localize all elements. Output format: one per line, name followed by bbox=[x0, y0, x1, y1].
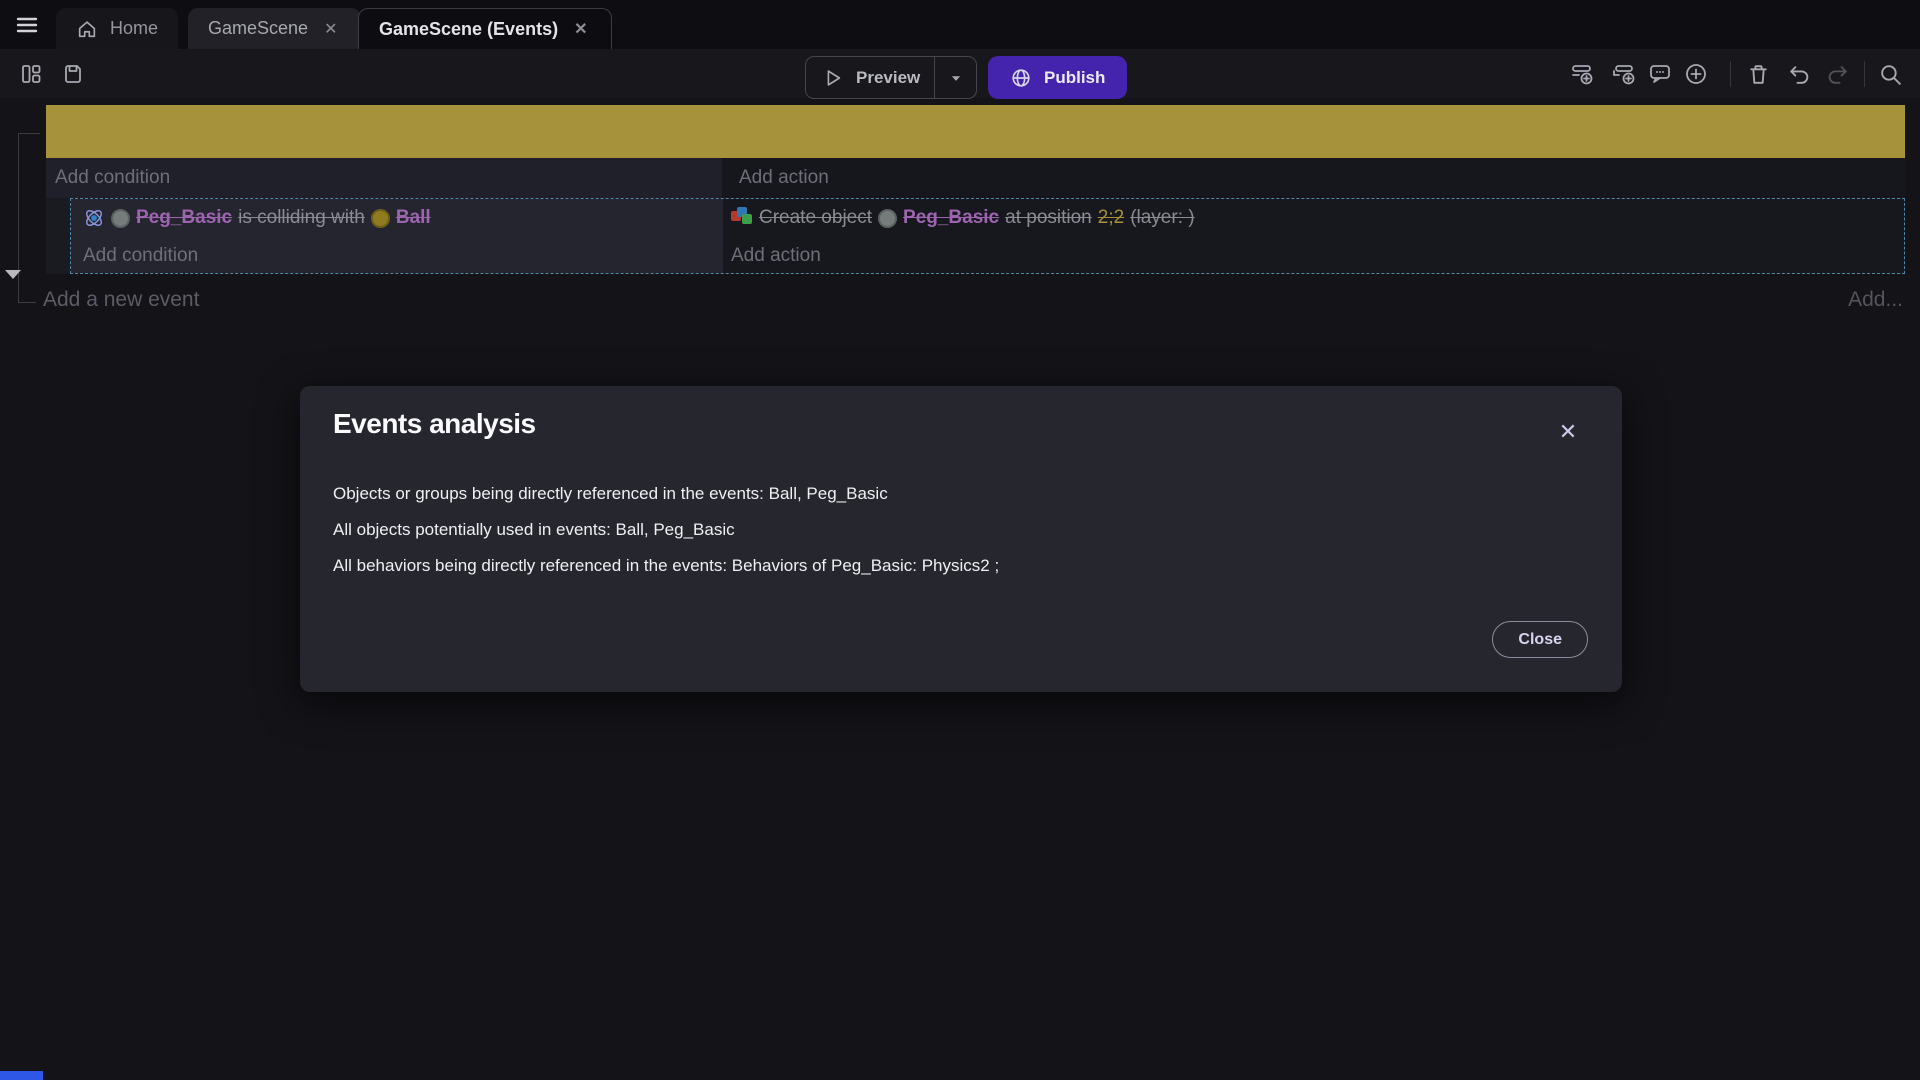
action-middle: at position bbox=[1005, 207, 1092, 229]
publish-button[interactable]: Publish bbox=[988, 56, 1127, 99]
preview-options-button[interactable] bbox=[934, 57, 976, 98]
tree-line bbox=[18, 133, 40, 134]
delete-button[interactable] bbox=[1744, 60, 1772, 88]
condition-object2: Ball bbox=[396, 207, 431, 229]
main-menu-button[interactable] bbox=[12, 12, 42, 38]
save-button[interactable] bbox=[59, 60, 87, 88]
comment-icon bbox=[1647, 61, 1673, 87]
sub-event-gutter bbox=[46, 198, 70, 274]
condition-row[interactable]: Peg_Basic is colliding with Ball bbox=[83, 207, 431, 229]
dialog-close-icon[interactable]: ✕ bbox=[1550, 414, 1586, 450]
ball-object-icon bbox=[371, 209, 390, 228]
trash-icon bbox=[1746, 62, 1771, 87]
create-object-icon bbox=[731, 207, 753, 229]
preview-button[interactable]: Preview bbox=[805, 56, 977, 99]
add-event-button[interactable] bbox=[1569, 60, 1597, 88]
tab-home-label: Home bbox=[110, 18, 158, 39]
toggle-panels-button[interactable] bbox=[17, 60, 45, 88]
events-sheet: Add condition Add action Peg_Basic is co… bbox=[0, 98, 1920, 358]
collapse-event-arrow[interactable] bbox=[5, 270, 21, 279]
preview-label: Preview bbox=[856, 68, 920, 88]
tree-line bbox=[18, 302, 36, 303]
event-row: Add condition Add action bbox=[46, 158, 1905, 198]
tab-close-icon[interactable]: ✕ bbox=[320, 17, 341, 41]
analysis-line-objects-used: All objects potentially used in events: … bbox=[333, 512, 999, 548]
undo-button[interactable] bbox=[1784, 60, 1812, 88]
toolbar-divider bbox=[1730, 61, 1731, 87]
peg-basic-object-icon bbox=[878, 209, 897, 228]
globe-icon bbox=[1010, 67, 1032, 89]
add-condition-label: Add condition bbox=[46, 158, 722, 198]
gdevelop-editor: Home GameScene ✕ GameScene (Events) ✕ bbox=[0, 0, 1920, 1080]
add-new-event-link[interactable]: Add a new event bbox=[43, 288, 199, 312]
tab-gamescene-label: GameScene bbox=[208, 18, 308, 39]
analysis-line-objects-referenced: Objects or groups being directly referen… bbox=[333, 476, 999, 512]
redo-button[interactable] bbox=[1824, 60, 1852, 88]
search-icon bbox=[1878, 62, 1903, 87]
publish-label: Publish bbox=[1044, 68, 1105, 88]
action-row[interactable]: Create object Peg_Basic at position 2;2 … bbox=[731, 207, 1195, 229]
add-subevent-icon bbox=[1611, 61, 1637, 87]
condition-object1: Peg_Basic bbox=[136, 207, 232, 229]
tab-gamescene-events-label: GameScene (Events) bbox=[379, 19, 558, 40]
action-object: Peg_Basic bbox=[903, 207, 999, 229]
home-icon bbox=[76, 18, 98, 40]
undo-icon bbox=[1786, 62, 1811, 87]
choose-event-button[interactable] bbox=[1682, 60, 1710, 88]
add-condition-cell[interactable]: Add condition bbox=[46, 158, 722, 198]
events-toolbar: Preview Publish bbox=[0, 49, 1920, 98]
search-events-button[interactable] bbox=[1876, 60, 1904, 88]
tab-close-icon[interactable]: ✕ bbox=[570, 17, 591, 41]
add-action-label[interactable]: Add action bbox=[730, 158, 829, 198]
tab-home[interactable]: Home bbox=[56, 8, 178, 49]
hamburger-icon bbox=[15, 13, 39, 37]
close-button[interactable]: Close bbox=[1492, 621, 1588, 658]
redo-icon bbox=[1826, 62, 1851, 87]
tab-gamescene-events[interactable]: GameScene (Events) ✕ bbox=[358, 8, 612, 49]
layout-icon bbox=[19, 62, 43, 86]
add-subevent-button[interactable] bbox=[1610, 60, 1638, 88]
tab-bar: Home GameScene ✕ GameScene (Events) ✕ bbox=[0, 0, 1920, 49]
selected-sub-event[interactable]: Peg_Basic is colliding with Ball Create … bbox=[70, 198, 1905, 274]
action-suffix: (layer: ) bbox=[1130, 207, 1194, 229]
collision-condition-icon bbox=[83, 207, 105, 229]
dialog-title: Events analysis bbox=[333, 408, 536, 440]
selected-event-highlight[interactable] bbox=[46, 105, 1905, 158]
plus-circle-icon bbox=[1683, 61, 1709, 87]
action-coords: 2;2 bbox=[1098, 207, 1124, 229]
add-event-icon bbox=[1570, 61, 1596, 87]
analysis-line-behaviors: All behaviors being directly referenced … bbox=[333, 548, 999, 584]
bottom-progress-strip bbox=[0, 1071, 43, 1080]
dialog-body: Objects or groups being directly referen… bbox=[333, 476, 999, 584]
events-analysis-dialog: Events analysis ✕ Objects or groups bein… bbox=[300, 386, 1622, 692]
save-icon bbox=[61, 62, 85, 86]
toolbar-divider bbox=[1864, 61, 1865, 87]
action-verb: Create object bbox=[759, 207, 872, 229]
tab-gamescene[interactable]: GameScene ✕ bbox=[188, 8, 361, 49]
chevron-down-icon bbox=[949, 71, 963, 85]
add-condition-label[interactable]: Add condition bbox=[83, 241, 198, 271]
add-comment-button[interactable] bbox=[1646, 60, 1674, 88]
add-more-link[interactable]: Add... bbox=[1848, 288, 1903, 312]
condition-operator: is colliding with bbox=[238, 207, 365, 229]
play-icon bbox=[822, 67, 844, 89]
add-action-label[interactable]: Add action bbox=[731, 241, 821, 271]
peg-basic-object-icon bbox=[111, 209, 130, 228]
